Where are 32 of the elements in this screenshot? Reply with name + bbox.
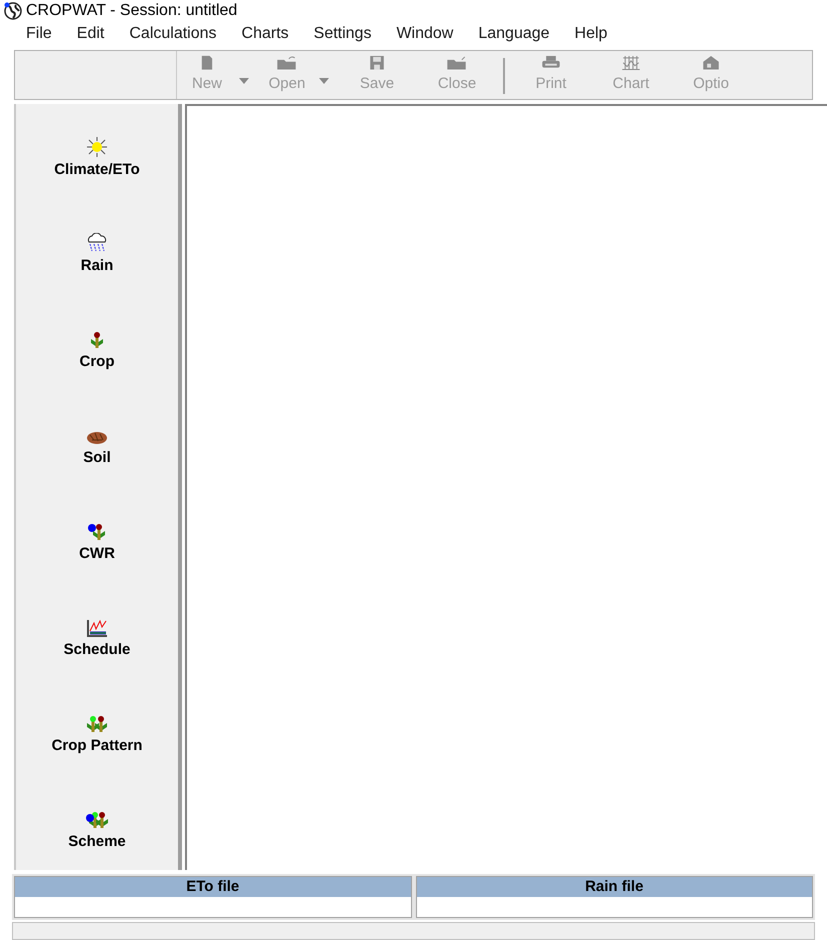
chart-icon — [621, 55, 641, 70]
folder-icon — [276, 55, 298, 70]
menu-item[interactable]: Help — [574, 22, 608, 46]
folder-icon — [446, 55, 468, 70]
line-chart-icon — [86, 618, 108, 636]
panel-heading: Rain file — [416, 877, 812, 897]
menu-item[interactable]: File — [26, 22, 52, 46]
sidebar-item[interactable]: Scheme — [16, 806, 178, 853]
printer-icon — [541, 55, 561, 70]
menu-item[interactable]: Edit — [76, 22, 104, 46]
rain-cloud-icon — [85, 232, 109, 252]
menu-item[interactable]: Calculations — [129, 22, 217, 46]
plants-icon — [84, 714, 110, 732]
menu-item[interactable]: Language — [478, 22, 550, 46]
menu-item[interactable]: Charts — [242, 22, 289, 46]
sidebar-item[interactable]: Rain — [16, 230, 178, 277]
sidebar-item[interactable]: Climate/ETo — [16, 134, 178, 181]
sun-icon — [86, 136, 108, 156]
menu-item[interactable]: Settings — [314, 22, 372, 46]
plants-icon — [84, 810, 110, 828]
sidebar-item[interactable]: Crop Pattern — [16, 710, 178, 757]
sidebar-item[interactable]: CWR — [16, 518, 178, 565]
house-icon — [701, 55, 721, 70]
window-title: CROPWAT - Session: untitled — [26, 1, 238, 21]
sidebar-item[interactable]: Schedule — [16, 614, 178, 661]
plant-icon — [86, 522, 108, 540]
sidebar-item[interactable]: Soil — [16, 422, 178, 469]
panel-heading: ETo file — [15, 877, 410, 897]
menu-item[interactable]: Window — [396, 22, 454, 46]
page-icon — [199, 55, 215, 70]
plant-icon — [88, 330, 106, 348]
sidebar-item[interactable]: Crop — [16, 326, 178, 373]
